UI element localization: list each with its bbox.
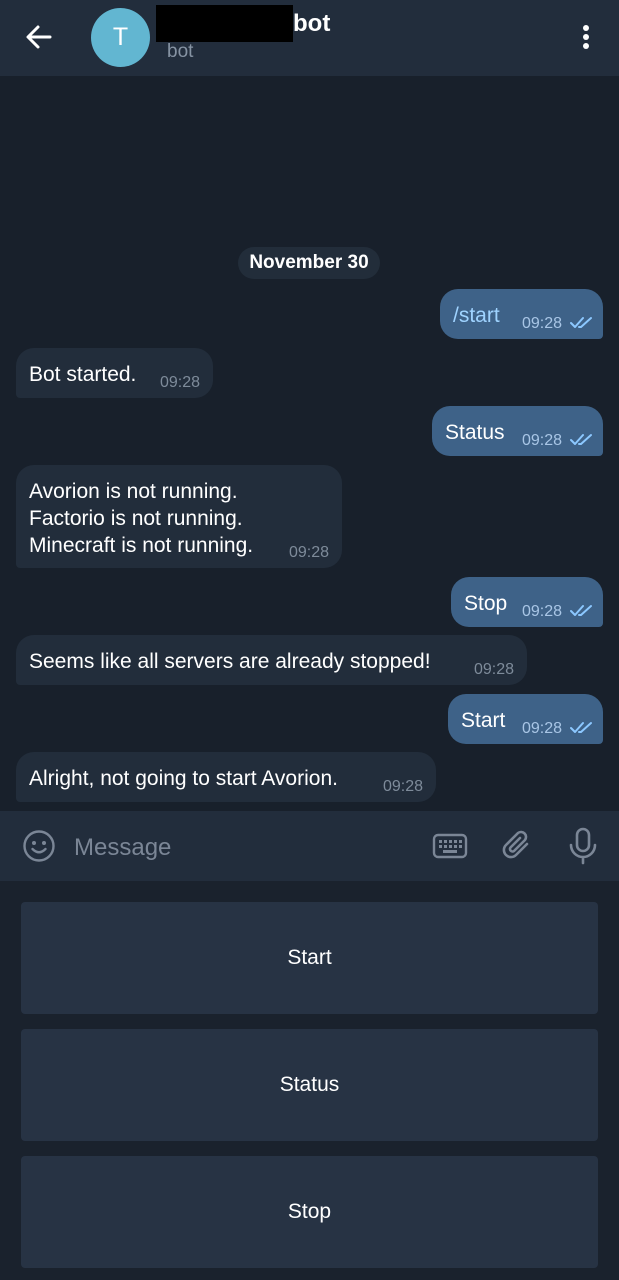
microphone-icon[interactable] xyxy=(568,827,598,865)
back-arrow-icon[interactable] xyxy=(22,20,56,54)
keyboard-icon[interactable] xyxy=(432,831,468,861)
message-time: 09:28 xyxy=(522,720,563,737)
emoji-icon[interactable] xyxy=(22,829,56,863)
chat-header: T bot bot xyxy=(0,0,619,76)
message-outgoing[interactable]: Stop 09:28 xyxy=(451,577,603,627)
double-check-icon xyxy=(570,434,592,445)
message-text[interactable]: /start xyxy=(453,302,500,329)
message-text[interactable]: Avorion is not running. Factorio is not … xyxy=(29,478,253,559)
keyboard-button-start[interactable]: Start xyxy=(21,902,598,1014)
message-time: 09:28 xyxy=(383,778,424,795)
paperclip-icon[interactable] xyxy=(500,828,536,864)
chat-title[interactable]: bot xyxy=(293,10,330,38)
message-list[interactable]: November 30 /start 09:28 Bot started. 09… xyxy=(0,76,619,810)
message-text[interactable]: Bot started. xyxy=(29,361,136,388)
double-check-icon xyxy=(570,722,592,733)
bot-keyboard: Start Status Stop xyxy=(0,881,619,1280)
message-time: 09:28 xyxy=(522,603,563,620)
chat-subtitle: bot xyxy=(167,41,194,62)
message-text[interactable]: Alright, not going to start Avorion. xyxy=(29,765,338,792)
keyboard-button-stop[interactable]: Stop xyxy=(21,1156,598,1268)
message-text[interactable]: Status xyxy=(445,419,505,446)
message-incoming[interactable]: Alright, not going to start Avorion. 09:… xyxy=(16,752,436,802)
message-outgoing[interactable]: /start 09:28 xyxy=(440,289,603,339)
avatar[interactable]: T xyxy=(91,8,150,67)
more-vertical-icon[interactable] xyxy=(575,22,597,52)
message-outgoing[interactable]: Start 09:28 xyxy=(448,694,603,744)
double-check-icon xyxy=(570,605,592,616)
message-time: 09:28 xyxy=(160,374,201,391)
redaction-block xyxy=(156,5,293,42)
message-input[interactable] xyxy=(72,828,416,868)
message-time: 09:28 xyxy=(522,432,563,449)
message-incoming[interactable]: Avorion is not running. Factorio is not … xyxy=(16,465,342,568)
date-separator: November 30 xyxy=(238,247,380,279)
message-outgoing[interactable]: Status 09:28 xyxy=(432,406,603,456)
message-time: 09:28 xyxy=(474,661,515,678)
message-time: 09:28 xyxy=(522,315,563,332)
message-time: 09:28 xyxy=(289,544,330,561)
message-incoming[interactable]: Seems like all servers are already stopp… xyxy=(16,635,527,685)
message-text[interactable]: Stop xyxy=(464,590,507,617)
message-text[interactable]: Seems like all servers are already stopp… xyxy=(29,648,431,675)
message-incoming[interactable]: Bot started. 09:28 xyxy=(16,348,213,398)
double-check-icon xyxy=(570,317,592,328)
message-text[interactable]: Start xyxy=(461,707,505,734)
keyboard-button-status[interactable]: Status xyxy=(21,1029,598,1141)
